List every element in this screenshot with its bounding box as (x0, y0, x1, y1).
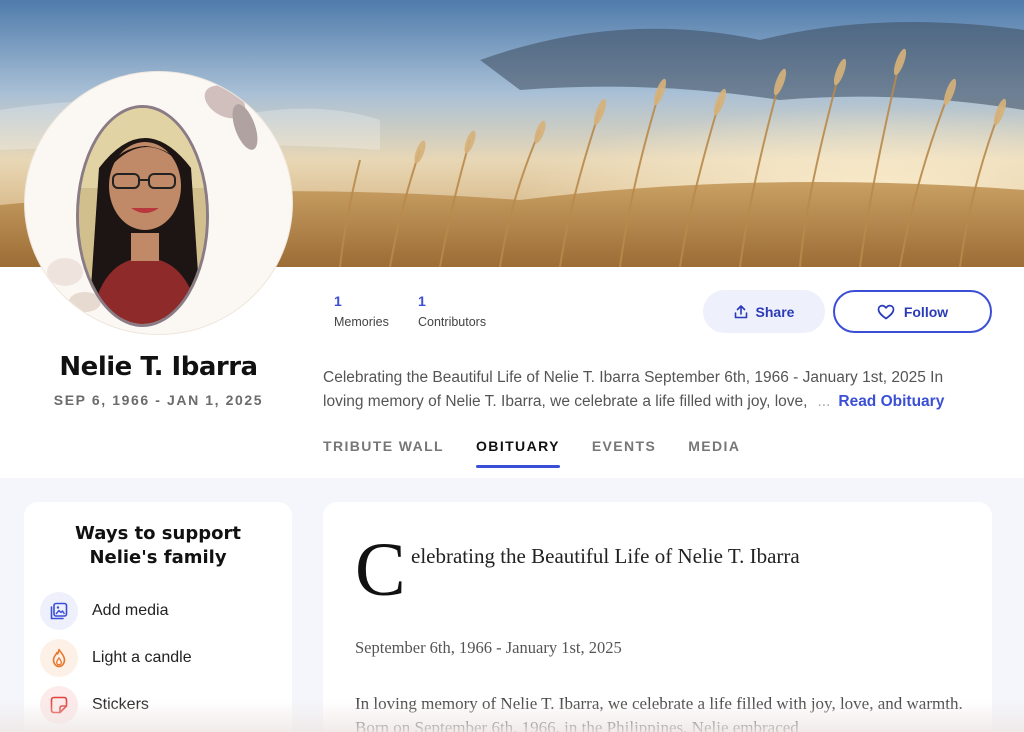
summary-line-1: Celebrating the Beautiful Life of Nelie … (323, 369, 944, 386)
support-card: Ways to support Nelie's family Add media… (24, 502, 292, 732)
obituary-body: In loving memory of Nelie T. Ibarra, we … (355, 694, 963, 732)
obituary-dropcap: C (355, 528, 406, 612)
support-title-line-1: Ways to support (75, 523, 241, 544)
deceased-name: Nelie T. Ibarra (59, 352, 258, 382)
support-item-label: Add media (92, 602, 169, 619)
share-upload-icon (734, 304, 747, 318)
obituary-summary: Celebrating the Beautiful Life of Nelie … (323, 366, 993, 414)
heart-icon (877, 304, 895, 319)
memories-label: Memories (334, 315, 389, 329)
support-item-light-candle[interactable]: Light a candle (40, 639, 192, 677)
support-item-label: Stickers (92, 696, 149, 713)
profile-photo (76, 105, 209, 327)
tab-obituary[interactable]: OBITUARY (476, 438, 560, 468)
obituary-title: elebrating the Beautiful Life of Nelie T… (411, 544, 800, 568)
contributors-stat[interactable]: 1 Contributors (418, 293, 486, 329)
summary-line-2-text: loving memory of Nelie T. Ibarra, we cel… (323, 393, 808, 410)
support-title: Ways to support Nelie's family (24, 522, 292, 570)
obituary-date-range: September 6th, 1966 - January 1st, 2025 (355, 638, 622, 657)
candle-flame-icon (40, 639, 78, 677)
contributors-count: 1 (418, 293, 426, 309)
follow-button[interactable]: Follow (833, 290, 992, 333)
memories-stat[interactable]: 1 Memories (334, 293, 389, 329)
profile-tabs: TRIBUTE WALL OBITUARY EVENTS MEDIA (323, 438, 772, 468)
tab-tribute-wall[interactable]: TRIBUTE WALL (323, 438, 444, 468)
share-label: Share (755, 303, 795, 320)
tab-events[interactable]: EVENTS (592, 438, 656, 468)
support-item-add-media[interactable]: Add media (40, 592, 169, 630)
image-gallery-icon (40, 592, 78, 630)
sticker-icon (40, 686, 78, 724)
support-item-stickers[interactable]: Stickers (40, 686, 149, 724)
summary-line-2: loving memory of Nelie T. Ibarra, we cel… (323, 390, 993, 414)
tab-media[interactable]: MEDIA (688, 438, 740, 468)
obituary-card: C elebrating the Beautiful Life of Nelie… (323, 502, 992, 732)
memories-count: 1 (334, 293, 342, 309)
share-button[interactable]: Share (703, 290, 825, 333)
contributors-label: Contributors (418, 315, 487, 329)
life-dates: SEP 6, 1966 - JAN 1, 2025 (53, 392, 264, 408)
person-portrait-image (79, 108, 206, 324)
support-title-line-2: Nelie's family (89, 547, 227, 568)
read-obituary-link[interactable]: Read Obituary (838, 393, 944, 410)
follow-label: Follow (903, 303, 949, 320)
summary-ellipsis: ... (817, 393, 831, 410)
support-item-label: Light a candle (92, 649, 192, 666)
